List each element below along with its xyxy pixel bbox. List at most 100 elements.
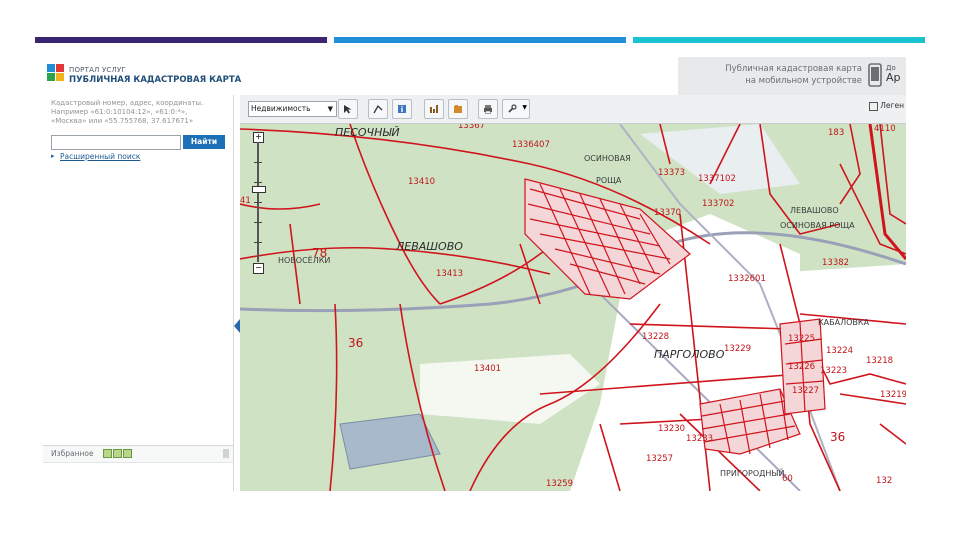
parcel-label: 13228 — [642, 332, 670, 342]
parcel-label: 13370 — [654, 208, 682, 218]
parcel-label: 13233 — [686, 434, 714, 444]
parcel-label: 1337102 — [698, 174, 736, 184]
chart-tool-button[interactable] — [424, 99, 444, 119]
legend-toggle[interactable]: Леген — [869, 101, 904, 111]
zoom-tick — [254, 242, 262, 243]
search-panel: Кадастровый номер, адрес, координаты. На… — [43, 95, 234, 491]
parcel-label: 13218 — [866, 356, 894, 366]
place-label: ЛЕВАШОВО — [396, 240, 463, 253]
parcel-label: 132 — [876, 476, 893, 486]
place-label: ПЕСОЧНЫЙ — [335, 126, 400, 139]
parcel-label: 13225 — [788, 334, 816, 344]
screenshot-frame: ПОРТАЛ УСЛУГ ПУБЛИЧНАЯ КАДАСТРОВАЯ КАРТА… — [43, 57, 906, 491]
parcel-label: 13224 — [826, 346, 854, 356]
accent-bar-purple — [35, 37, 327, 43]
parcel-label: 133702 — [702, 199, 735, 209]
parcel-label: 36 — [830, 430, 846, 444]
zoom-out-icon[interactable]: − — [253, 263, 264, 274]
zoom-tick — [254, 222, 262, 223]
map-toolbar: Недвижимость ▼ ▼ Леген — [240, 95, 906, 124]
chart-icon — [430, 105, 438, 113]
zoom-tick — [254, 162, 262, 163]
search-hint: Кадастровый номер, адрес, координаты. На… — [51, 99, 231, 126]
map-canvas[interactable] — [240, 124, 906, 491]
site-header: ПОРТАЛ УСЛУГ ПУБЛИЧНАЯ КАДАСТРОВАЯ КАРТА… — [43, 57, 906, 95]
place-label: РОЩА — [596, 176, 622, 185]
parcel-label: 13229 — [724, 344, 752, 354]
parcel-label: 13382 — [822, 258, 850, 268]
parcel-label: 78 — [312, 246, 328, 260]
promo-cut-line2: Ap — [886, 71, 901, 84]
parcel-label: 13413 — [436, 269, 464, 279]
parcel-label: 41 — [240, 196, 251, 206]
favorites-bar: Избранное — [43, 445, 233, 463]
hint-line2: Например «61:0:10104:12», «61:0:*», — [51, 108, 188, 116]
parcel-label: 13226 — [788, 362, 816, 372]
tools-dropdown-button[interactable]: ▼ — [502, 99, 530, 119]
accent-bar-cyan — [633, 37, 925, 43]
parcel-label: 13259 — [546, 479, 574, 489]
parcel-label: 1336407 — [512, 140, 550, 150]
parcel-label: 13227 — [792, 386, 820, 396]
info-icon — [398, 105, 406, 113]
place-label: ПАРГОЛОВО — [654, 348, 725, 361]
favorites-label: Избранное — [51, 449, 94, 458]
mobile-promo[interactable]: Публичная кадастровая карта на мобильном… — [678, 57, 906, 95]
parcel-label: 36 — [348, 336, 364, 350]
favorite-delete-icon[interactable] — [123, 449, 132, 458]
zoom-tick — [254, 182, 262, 183]
select-tool-button[interactable] — [338, 99, 358, 119]
favorite-add-icon[interactable] — [103, 449, 112, 458]
accent-bar-blue — [334, 37, 626, 43]
parcel-label: 13219 — [880, 390, 906, 400]
layer-select[interactable]: Недвижимость ▼ — [248, 101, 337, 117]
place-label: КАБАЛОВКА — [818, 318, 870, 327]
phone-icon — [868, 63, 882, 87]
place-label: ПРИГОРОДНЫЙ — [720, 469, 785, 478]
parcel-label: 1332601 — [728, 274, 766, 284]
portal-label: ПОРТАЛ УСЛУГ — [69, 66, 126, 74]
parcel-label: 13230 — [658, 424, 686, 434]
measure-tool-button[interactable] — [368, 99, 388, 119]
measure-icon — [373, 104, 383, 114]
place-label: ОСИНОВАЯ РОЩА — [780, 221, 855, 230]
hint-line3: «Москва» или «55.755768, 37.617671» — [51, 117, 194, 125]
favorites-scrollbar[interactable] — [223, 449, 229, 458]
zoom-control: + − — [252, 132, 266, 274]
print-button[interactable] — [478, 99, 498, 119]
wrench-icon — [508, 104, 517, 113]
layers-icon — [454, 105, 462, 113]
parcel-label: 13410 — [408, 177, 436, 187]
search-input[interactable] — [51, 135, 181, 150]
parcel-label: 4110 — [874, 124, 896, 134]
advanced-search-link[interactable]: Расширенный поиск — [60, 152, 140, 161]
place-label: ОСИНОВАЯ — [584, 154, 631, 163]
site-title[interactable]: ПУБЛИЧНАЯ КАДАСТРОВАЯ КАРТА — [69, 75, 241, 85]
layer-select-value: Недвижимость — [251, 104, 311, 113]
hint-line1: Кадастровый номер, адрес, координаты. — [51, 99, 204, 107]
parcel-label: 13367 — [458, 124, 486, 131]
parcel-label: 60 — [782, 474, 793, 484]
place-label: ЛЕВАШОВО — [790, 206, 839, 215]
zoom-slider-thumb[interactable] — [252, 186, 266, 193]
cursor-icon — [344, 105, 352, 114]
chevron-down-icon: ▼ — [327, 105, 333, 113]
parcel-label: 13401 — [474, 364, 502, 374]
logo-icon[interactable] — [45, 62, 67, 86]
lake-area — [339, 413, 441, 470]
legend-checkbox[interactable] — [869, 101, 879, 111]
layers-tool-button[interactable] — [448, 99, 468, 119]
print-icon — [484, 105, 492, 114]
cadastral-map[interactable]: + − ПЕСОЧНЫЙ ОСИНОВАЯ РОЩА ЛЕВАШОВО ЛЕВА… — [240, 124, 906, 491]
chevron-down-icon: ▼ — [522, 104, 527, 111]
promo-line2: на мобильном устройстве — [745, 76, 862, 86]
chevron-right-icon: ▸ — [51, 152, 55, 160]
favorite-edit-icon[interactable] — [113, 449, 122, 458]
parcel-label: 13257 — [646, 454, 674, 464]
parcel-label: 13223 — [820, 366, 848, 376]
legend-label: Леген — [880, 101, 904, 110]
clearing-area — [420, 354, 600, 424]
find-button[interactable]: Найти — [183, 135, 225, 149]
info-tool-button[interactable] — [392, 99, 412, 119]
parcel-label: 183 — [828, 128, 845, 138]
